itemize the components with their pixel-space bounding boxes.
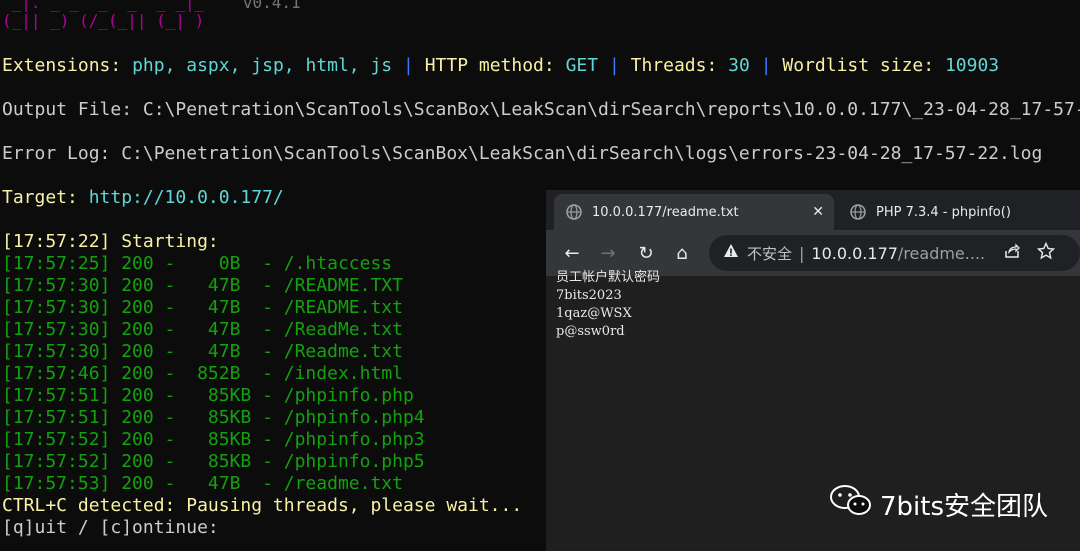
target-url: http://10.0.0.177/: [88, 187, 284, 208]
address-bar[interactable]: 不安全 | 10.0.0.177/readme....: [709, 235, 1080, 271]
extensions-value: php, aspx, jsp, html, js: [132, 55, 393, 76]
method-value: GET: [565, 55, 599, 76]
content-line: 员工帐户默认密码: [556, 270, 661, 285]
tab-title: 10.0.0.177/readme.txt: [592, 204, 739, 220]
result-row: [17:57:46] 200 - 852B - /index.html: [2, 363, 403, 384]
star-icon[interactable]: [1036, 241, 1056, 264]
wordlist-value: 10903: [944, 55, 1000, 76]
url-path: /readme....: [897, 243, 986, 263]
error-log-line: Error Log: C:\Penetration\ScanTools\Scan…: [2, 143, 1043, 164]
result-row: [17:57:25] 200 - 0B - /.htaccess: [2, 253, 393, 274]
close-icon[interactable]: ✕: [812, 204, 824, 220]
insecure-label: 不安全: [747, 244, 793, 263]
globe-icon: [850, 204, 866, 220]
result-row: [17:57:30] 200 - 47B - /README.TXT: [2, 275, 403, 296]
globe-icon: [566, 204, 582, 220]
ctrl-c-line: CTRL+C detected: Pausing threads, please…: [2, 495, 523, 516]
tab-phpinfo[interactable]: PHP 7.3.4 - phpinfo(): [838, 194, 1080, 230]
info-line: Extensions: php, aspx, jsp, html, js | H…: [2, 55, 1000, 76]
starting-line: [17:57:22] Starting:: [2, 231, 219, 252]
prompt-line[interactable]: [q]uit / [c]ontinue:: [2, 517, 219, 539]
wechat-icon: [830, 484, 872, 525]
tab-title: PHP 7.3.4 - phpinfo(): [876, 204, 1011, 220]
address-divider: |: [799, 243, 805, 263]
target-line: Target: http://10.0.0.177/: [2, 187, 284, 208]
result-row: [17:57:30] 200 - 47B - /ReadMe.txt: [2, 319, 403, 340]
result-row: [17:57:51] 200 - 85KB - /phpinfo.php: [2, 385, 414, 406]
content-line: 1qaz@WSX: [556, 306, 632, 321]
share-icon[interactable]: [1003, 242, 1021, 264]
result-row: [17:57:30] 200 - 47B - /Readme.txt: [2, 341, 403, 362]
content-line: p@ssw0rd: [556, 324, 625, 339]
output-file-line: Output File: C:\Penetration\ScanTools\Sc…: [2, 99, 1080, 120]
result-row: [17:57:51] 200 - 85KB - /phpinfo.php4: [2, 407, 425, 428]
tab-readme[interactable]: 10.0.0.177/readme.txt ✕: [554, 194, 834, 230]
content-line: 7bits2023: [556, 288, 622, 303]
forward-button[interactable]: →: [596, 241, 620, 265]
tab-bar: 10.0.0.177/readme.txt ✕ PHP 7.3.4 - phpi…: [546, 190, 1080, 230]
result-row: [17:57:30] 200 - 47B - /README.txt: [2, 297, 403, 318]
home-button[interactable]: ⌂: [670, 241, 694, 265]
result-row: [17:57:52] 200 - 85KB - /phpinfo.php3: [2, 429, 425, 450]
reload-button[interactable]: ↻: [634, 241, 658, 265]
banner-art: (_|| _) (/_(_|| (_| ): [2, 11, 205, 30]
watermark-text: 7bits安全团队: [880, 492, 1049, 522]
watermark: 7bits安全团队: [830, 484, 1048, 525]
result-row: [17:57:53] 200 - 47B - /readme.txt: [2, 473, 403, 494]
threads-value: 30: [728, 55, 750, 76]
url-host: 10.0.0.177: [811, 243, 898, 263]
back-button[interactable]: ←: [560, 241, 584, 265]
warning-icon: [723, 243, 739, 263]
result-row: [17:57:52] 200 - 85KB - /phpinfo.php5: [2, 451, 425, 472]
version-label: v0.4.1: [242, 0, 301, 12]
